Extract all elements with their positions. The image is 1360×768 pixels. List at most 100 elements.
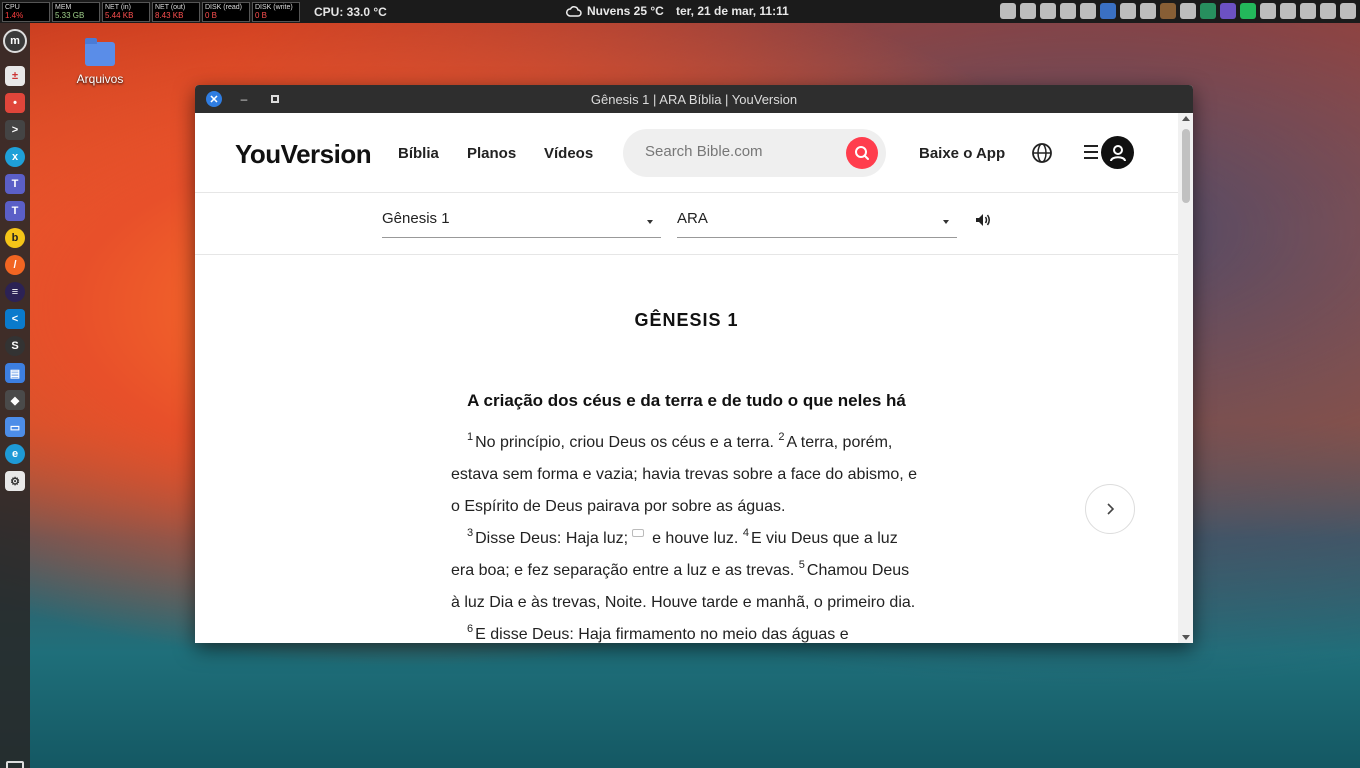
nav-videos[interactable]: Vídeos — [544, 145, 593, 162]
next-chapter-button[interactable] — [1085, 484, 1135, 534]
verse-1[interactable]: No princípio, criou Deus os céus e a ter… — [475, 434, 774, 451]
minimize-button[interactable]: – — [236, 91, 252, 107]
youversion-logo[interactable]: YouVersion — [235, 139, 372, 170]
pipette-icon[interactable] — [1020, 3, 1036, 19]
pen-icon[interactable]: / — [5, 255, 25, 275]
network-icon[interactable] — [1300, 3, 1316, 19]
verse-number[interactable]: 2 — [778, 431, 784, 443]
vscode-icon[interactable]: < — [5, 309, 25, 329]
shield-icon[interactable] — [1260, 3, 1276, 19]
menu-icon[interactable] — [1084, 145, 1098, 159]
scroll-up-icon[interactable] — [1182, 116, 1190, 121]
page-content: YouVersion Bíblia Planos Vídeos Baixe o … — [195, 113, 1178, 643]
weather-text: Nuvens 25 °C — [587, 4, 664, 18]
search-button[interactable] — [846, 137, 878, 169]
cpu-temperature[interactable]: CPU: 33.0 °C — [314, 5, 387, 19]
sublime-icon[interactable]: S — [5, 336, 25, 356]
verse-6[interactable]: E disse Deus: Haja firmamento no meio da… — [475, 626, 849, 643]
chevron-down-icon — [943, 220, 949, 224]
dropbox-icon[interactable] — [1120, 3, 1136, 19]
disk-write-monitor[interactable]: DISK (write) 0 B — [252, 1, 300, 22]
user-icon — [1109, 144, 1126, 161]
mem-monitor[interactable]: MEM 5.33 GB — [52, 1, 100, 22]
search-input[interactable] — [645, 143, 835, 160]
globe-icon[interactable] — [1031, 142, 1053, 164]
cpu-monitor-value: 1.4% — [5, 10, 24, 20]
chrome-icon[interactable] — [1080, 3, 1096, 19]
net-in-monitor-value: 5.44 KB — [105, 10, 134, 20]
top-panel: CPU 1.4% MEM 5.33 GB NET (in) 5.44 KB NET (… — [0, 0, 1360, 23]
desktop-folder[interactable]: Arquivos — [72, 38, 128, 86]
session-icon[interactable] — [1340, 3, 1356, 19]
bulb-icon[interactable] — [1180, 3, 1196, 19]
nav-biblia[interactable]: Bíblia — [398, 145, 439, 162]
scroll-down-icon[interactable] — [1182, 635, 1190, 640]
verse-number[interactable]: 1 — [467, 431, 473, 443]
teams-app-2-icon[interactable]: T — [5, 201, 25, 221]
disk-read-monitor[interactable]: DISK (read) 0 B — [202, 1, 250, 22]
trash-icon[interactable] — [6, 761, 24, 768]
verse-3a[interactable]: Disse Deus: Haja luz; — [475, 530, 628, 547]
avatar[interactable] — [1101, 136, 1134, 169]
verse-number[interactable]: 3 — [467, 527, 473, 539]
net-out-monitor-value: 8.43 KB — [155, 10, 184, 20]
teams-app-icon[interactable]: T — [5, 174, 25, 194]
search-box — [623, 129, 886, 177]
printer-icon[interactable] — [1040, 3, 1056, 19]
translate-icon[interactable] — [1100, 3, 1116, 19]
book-chapter-select[interactable]: Gênesis 1 — [382, 210, 661, 238]
eclipse-icon[interactable]: ≡ — [5, 282, 25, 302]
bible-reader: GÊNESIS 1 A criação dos céus e da terra … — [195, 255, 1178, 643]
beekeeper-icon[interactable]: b — [5, 228, 25, 248]
calculator-icon[interactable]: ± — [5, 66, 25, 86]
net-in-monitor[interactable]: NET (in) 5.44 KB — [102, 1, 150, 22]
site-header: YouVersion Bíblia Planos Vídeos Baixe o … — [195, 113, 1178, 193]
verse-3b[interactable]: e houve luz. — [652, 530, 738, 547]
footnote-icon[interactable] — [632, 529, 645, 537]
teams-icon[interactable] — [1220, 3, 1236, 19]
paragraph: 6E disse Deus: Haja firmamento no meio d… — [451, 619, 921, 643]
system-tray — [1000, 3, 1356, 19]
paragraph: 1 No princípio, criou Deus os céus e a te… — [451, 427, 921, 523]
scrollbar-thumb[interactable] — [1182, 129, 1190, 203]
book-chapter-value: Gênesis 1 — [382, 210, 450, 227]
edge-icon[interactable]: e — [5, 444, 25, 464]
folder-icon[interactable]: ▭ — [5, 417, 25, 437]
maximize-button[interactable] — [267, 91, 283, 107]
mem-monitor-value: 5.33 GB — [55, 10, 85, 20]
verse-number[interactable]: 6 — [467, 623, 473, 635]
drive-icon[interactable] — [1140, 3, 1156, 19]
download-app-link[interactable]: Baixe o App — [919, 145, 1005, 162]
disk-read-monitor-value: 0 B — [205, 10, 218, 20]
verse-number[interactable]: 4 — [743, 527, 749, 539]
desktop-folder-label: Arquivos — [76, 72, 124, 86]
menu-icon[interactable]: m — [3, 29, 27, 53]
weather-applet[interactable]: Nuvens 25 °C — [566, 4, 664, 18]
close-button[interactable]: ✕ — [206, 91, 222, 107]
nav-planos[interactable]: Planos — [467, 145, 516, 162]
version-value: ARA — [677, 210, 708, 227]
document-icon[interactable]: ▤ — [5, 363, 25, 383]
archive-icon[interactable] — [1160, 3, 1176, 19]
crossover-icon[interactable] — [1200, 3, 1216, 19]
cpu-monitor[interactable]: CPU 1.4% — [2, 1, 50, 22]
scrollbar[interactable] — [1178, 113, 1193, 643]
net-out-monitor[interactable]: NET (out) 8.43 KB — [152, 1, 200, 22]
settings-icon[interactable]: ⚙ — [5, 471, 25, 491]
whatsapp-icon[interactable] — [1240, 3, 1256, 19]
crossover-app-icon[interactable]: x — [5, 147, 25, 167]
volume-icon[interactable] — [1280, 3, 1296, 19]
screenshot-app-icon[interactable]: • — [5, 93, 25, 113]
terminal-icon[interactable]: > — [5, 120, 25, 140]
speaker-icon[interactable] — [974, 211, 992, 229]
clock[interactable]: ter, 21 de mar, 11:11 — [676, 4, 789, 18]
screenshot-icon[interactable] — [1060, 3, 1076, 19]
notes-icon[interactable] — [1000, 3, 1016, 19]
search-icon — [855, 146, 869, 160]
version-select[interactable]: ARA — [677, 210, 957, 238]
paragraph: 3 Disse Deus: Haja luz; e houve luz. 4E vi… — [451, 523, 921, 619]
window-titlebar[interactable]: ✕ – Gênesis 1 | ARA Bíblia | YouVersion — [195, 85, 1193, 113]
game-icon[interactable]: ◆ — [5, 390, 25, 410]
display-icon[interactable] — [1320, 3, 1336, 19]
verse-number[interactable]: 5 — [799, 559, 805, 571]
